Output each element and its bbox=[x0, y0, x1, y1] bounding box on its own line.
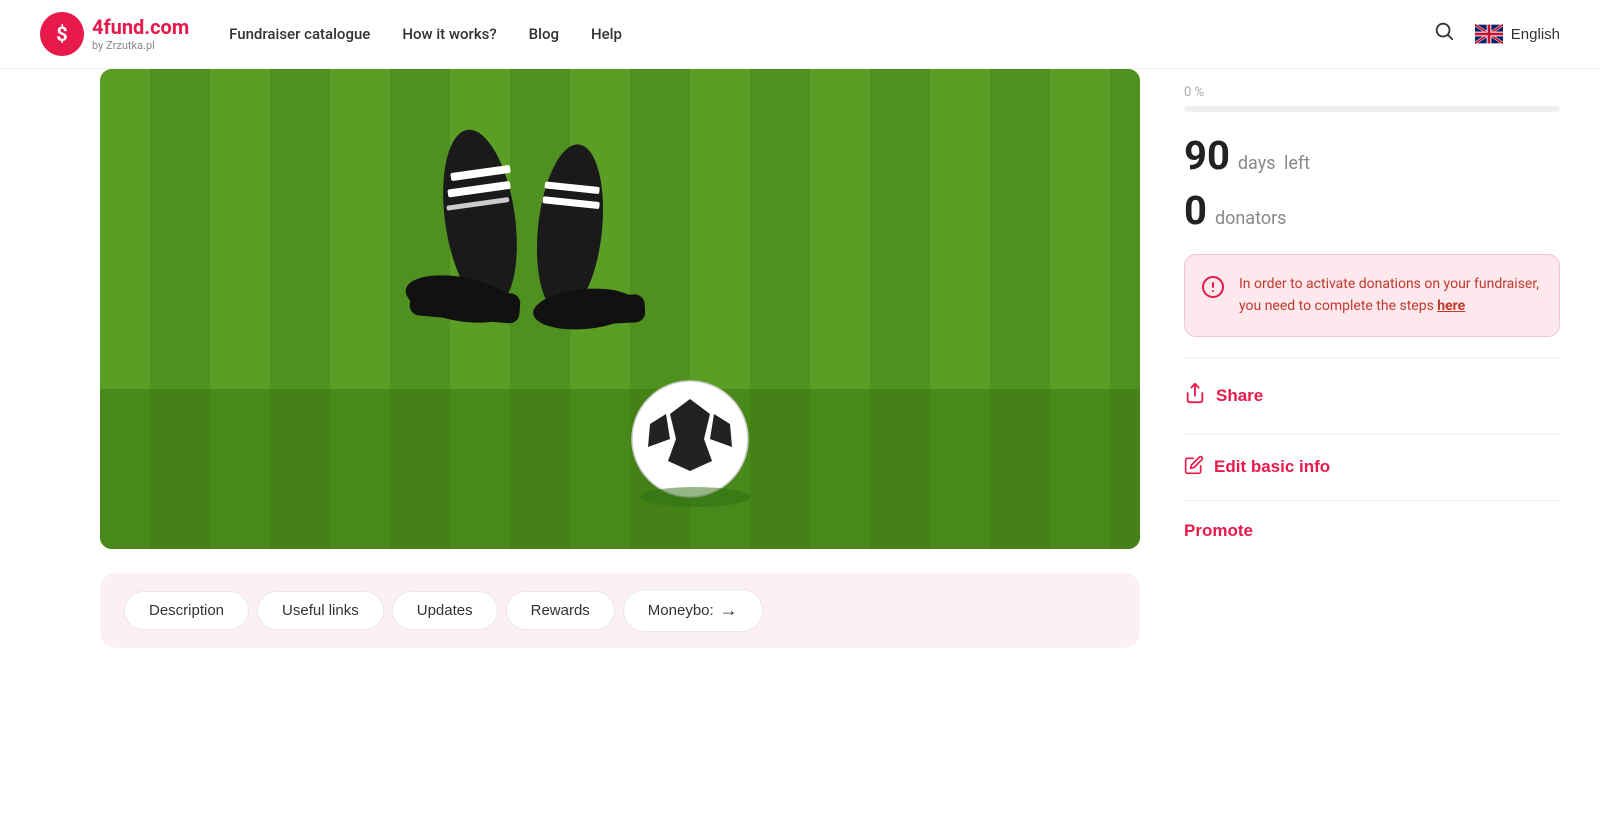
tabs-bar: Description Useful links Updates Rewards… bbox=[100, 573, 1140, 648]
divider-2 bbox=[1184, 434, 1560, 435]
tab-moneybox[interactable]: Moneybo: → bbox=[623, 589, 763, 632]
language-selector[interactable]: English bbox=[1475, 24, 1560, 44]
activation-alert: In order to activate donations on your f… bbox=[1184, 254, 1560, 337]
alert-icon bbox=[1201, 275, 1225, 305]
donators-value: 0 bbox=[1184, 187, 1207, 234]
donators-label: donators bbox=[1215, 208, 1287, 229]
alert-message: In order to activate donations on your f… bbox=[1239, 273, 1541, 318]
progress-bar-track bbox=[1184, 106, 1560, 112]
tab-useful-links[interactable]: Useful links bbox=[257, 591, 384, 630]
share-icon bbox=[1184, 382, 1206, 410]
share-svg-icon bbox=[1184, 382, 1206, 404]
tab-rewards[interactable]: Rewards bbox=[506, 591, 615, 630]
uk-flag-icon bbox=[1475, 24, 1503, 44]
tab-description[interactable]: Description bbox=[124, 591, 249, 630]
pencil-icon bbox=[1184, 455, 1204, 475]
alert-link[interactable]: here bbox=[1437, 298, 1465, 314]
nav-help[interactable]: Help bbox=[591, 25, 622, 43]
promote-button[interactable]: Promote bbox=[1184, 513, 1253, 549]
search-icon bbox=[1433, 20, 1455, 42]
nav-how-it-works[interactable]: How it works? bbox=[402, 25, 496, 43]
soccer-scene-svg bbox=[100, 69, 1140, 549]
share-label: Share bbox=[1216, 386, 1263, 406]
donators-stat: 0 donators bbox=[1184, 187, 1560, 234]
page-content: Description Useful links Updates Rewards… bbox=[0, 69, 1600, 648]
days-stat: 90 days left bbox=[1184, 132, 1560, 179]
info-circle-icon bbox=[1201, 275, 1225, 299]
promote-label: Promote bbox=[1184, 521, 1253, 541]
hero-image bbox=[100, 69, 1140, 549]
logo-sub-text: by Zrzutka.pl bbox=[92, 39, 189, 52]
right-sidebar: 0 % 90 days left 0 donators bbox=[1160, 69, 1600, 648]
edit-basic-info-label: Edit basic info bbox=[1214, 457, 1330, 477]
header-right: English bbox=[1429, 16, 1560, 52]
edit-icon bbox=[1184, 455, 1204, 480]
progress-area: 0 % bbox=[1184, 69, 1560, 112]
left-column: Description Useful links Updates Rewards… bbox=[0, 69, 1160, 648]
days-value: 90 bbox=[1184, 132, 1230, 179]
nav-blog[interactable]: Blog bbox=[529, 25, 559, 43]
logo-icon: $ bbox=[40, 12, 84, 56]
days-label: days left bbox=[1238, 153, 1310, 174]
edit-basic-info-button[interactable]: Edit basic info bbox=[1184, 447, 1330, 488]
site-header: $ 4fund.com by Zrzutka.pl Fundraiser cat… bbox=[0, 0, 1600, 69]
language-label: English bbox=[1511, 26, 1560, 43]
nav-fundraiser-catalogue[interactable]: Fundraiser catalogue bbox=[229, 25, 370, 43]
search-button[interactable] bbox=[1429, 16, 1459, 52]
divider-3 bbox=[1184, 500, 1560, 501]
divider-1 bbox=[1184, 357, 1560, 358]
share-button[interactable]: Share bbox=[1184, 374, 1263, 418]
progress-percent: 0 % bbox=[1184, 85, 1560, 100]
logo-main-text: 4fund.com bbox=[92, 15, 189, 39]
tab-updates[interactable]: Updates bbox=[392, 591, 498, 630]
arrow-right-icon: → bbox=[720, 600, 738, 621]
stats-row: 90 days left 0 donators bbox=[1184, 132, 1560, 234]
main-nav: Fundraiser catalogue How it works? Blog … bbox=[229, 25, 1429, 43]
logo[interactable]: $ 4fund.com by Zrzutka.pl bbox=[40, 12, 189, 56]
hero-image-container bbox=[100, 69, 1140, 549]
